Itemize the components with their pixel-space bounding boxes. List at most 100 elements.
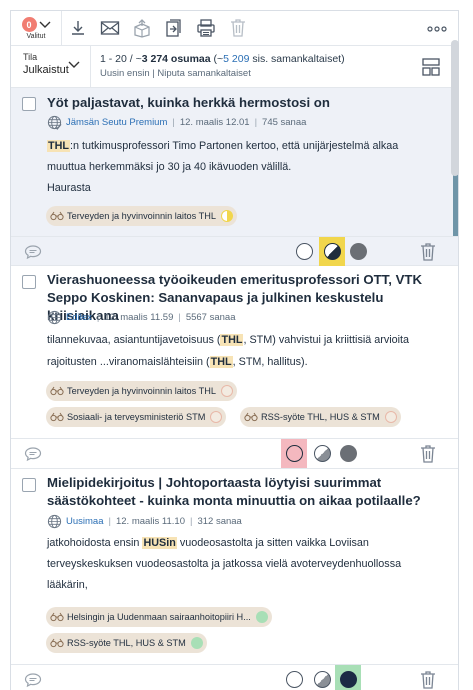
item-actions (11, 438, 458, 468)
trash-icon[interactable] (419, 242, 437, 262)
meta-separator: | (189, 516, 193, 527)
trash-icon[interactable] (419, 444, 437, 464)
tag-status-indicator (220, 385, 233, 397)
sentiment-mixed-button[interactable] (309, 439, 335, 468)
meta-separator: | (254, 117, 258, 128)
sentiment-dark-button[interactable] (335, 439, 361, 468)
results-header: Tila Julkaistut 1 - 20 / ~3 274 osumaa (… (11, 46, 458, 88)
binoculars-icon (50, 638, 64, 648)
meta-separator: | (178, 312, 181, 323)
item-checkbox[interactable] (22, 275, 36, 289)
meta-separator: | (108, 516, 111, 527)
search-tag[interactable]: RSS-syöte THL, HUS & STM (240, 407, 401, 427)
tag-label: Terveyden ja hyvinvoinnin laitos THL (67, 386, 216, 396)
group-similar-option[interactable]: Niputa samankaltaiset (157, 68, 250, 79)
delete-button[interactable] (222, 11, 254, 46)
trash-icon (231, 19, 245, 37)
tag-label: RSS-syöte THL, HUS & STM (261, 412, 380, 422)
state-filter-dropdown[interactable]: Tila Julkaistut (11, 46, 91, 88)
tag-status-indicator (220, 210, 233, 222)
item-meta: Edilex | 12. maalis 11.59 | 5567 sanaa (47, 310, 236, 325)
layout-icon (422, 58, 440, 76)
tag-label: Helsingin ja Uudenmaan sairaanhoitopiiri… (67, 612, 251, 622)
excerpt-text: , STM, hallitus). (232, 356, 308, 368)
tag-status-indicator (255, 611, 268, 623)
item-meta: Jämsän Seutu Premium | 12. maalis 12.01 … (47, 115, 306, 130)
binoculars-icon (50, 386, 64, 396)
chevron-down-icon (39, 21, 50, 28)
list-item[interactable]: Vierashuoneessa työoikeuden emeritusprof… (11, 266, 458, 469)
tag-status-indicator (210, 411, 223, 423)
download-button[interactable] (62, 11, 94, 46)
item-source-link[interactable]: Uusimaa (66, 516, 104, 527)
item-date: 12. maalis 12.01 (179, 117, 250, 128)
item-title[interactable]: Mielipidekirjoitus | Johtoportaasta löyt… (47, 474, 438, 510)
chevron-down-icon (68, 61, 80, 68)
tag-status-indicator (190, 637, 203, 649)
result-summary: 1 - 20 / ~3 274 osumaa (~5 209 sis. sama… (91, 46, 345, 87)
keyword-highlight: THL (47, 140, 70, 152)
item-date: 12. maalis 11.10 (115, 516, 185, 527)
list-item[interactable]: Yöt paljastavat, kuinka herkkä hermostos… (11, 88, 458, 266)
item-word-count: 745 sanaa (262, 117, 307, 128)
copy-button[interactable] (190, 11, 222, 46)
binoculars-icon (50, 612, 64, 622)
sentiment-positive-button[interactable] (335, 665, 361, 690)
more-button[interactable] (426, 20, 448, 38)
search-tag[interactable]: Terveyden ja hyvinvoinnin laitos THL (46, 381, 237, 401)
selected-count-badge: 0 (21, 17, 37, 32)
copy-icon (197, 19, 215, 37)
share-icon (134, 19, 150, 38)
email-icon (100, 21, 120, 35)
search-tag[interactable]: RSS-syöte THL, HUS & STM (46, 633, 207, 653)
meta-separator: | (172, 117, 175, 128)
item-word-count: 312 sanaa (197, 516, 242, 527)
monitoring-app: 0 Valitut Tila Julkaistut 1 - 20 / ~3 27… (10, 10, 459, 690)
item-meta: Uusimaa | 12. maalis 11.10 | 312 sanaa (47, 514, 242, 529)
trash-icon[interactable] (419, 670, 437, 690)
sentiment-neutral-button[interactable] (281, 665, 307, 690)
sentiment-mixed-button[interactable] (319, 237, 345, 266)
similar-count-link[interactable]: 5 209 (223, 53, 249, 65)
email-button[interactable] (94, 11, 126, 46)
selected-dropdown[interactable]: 0 Valitut (11, 11, 61, 46)
tag-label: Terveyden ja hyvinvoinnin laitos THL (67, 211, 216, 221)
binoculars-icon (244, 412, 258, 422)
sort-option[interactable]: Uusin ensin (100, 68, 150, 79)
share-button[interactable] (126, 11, 158, 46)
item-excerpt: tilannekuvaa, asiantuntijavetoisuus ( THL… (47, 329, 438, 373)
similar-suffix: sis. samankaltaiset) (249, 53, 345, 65)
sentiment-dark-button[interactable] (345, 237, 371, 266)
search-tag[interactable]: Terveyden ja hyvinvoinnin laitos THL (46, 206, 237, 226)
comment-icon[interactable] (24, 244, 42, 260)
item-source-link[interactable]: Jämsän Seutu Premium (66, 117, 167, 128)
excerpt-text: tilannekuvaa, asiantuntijavetoisuus ( (47, 334, 221, 346)
binoculars-icon (50, 412, 64, 422)
sentiment-neutral-button[interactable] (291, 237, 317, 266)
excerpt-text: :n tutkimusprofessori Timo Partonen kert… (47, 140, 399, 173)
list-item[interactable]: Mielipidekirjoitus | Johtoportaasta löyt… (11, 469, 458, 690)
search-tag[interactable]: Helsingin ja Uudenmaan sairaanhoitopiiri… (46, 607, 272, 627)
sentiment-mixed-button[interactable] (309, 665, 335, 690)
download-icon (72, 21, 84, 35)
comment-icon[interactable] (24, 446, 42, 462)
keyword-highlight: THL (209, 356, 233, 368)
search-tag[interactable]: Sosiaali- ja terveysministeriö STM (46, 407, 227, 427)
item-excerpt: THL:n tutkimusprofessori Timo Partonen k… (47, 136, 438, 199)
layout-toggle-button[interactable] (422, 58, 440, 81)
scrollbar-thumb[interactable] (451, 40, 459, 176)
globe-icon (47, 514, 62, 529)
more-icon (427, 26, 447, 32)
export-icon (166, 19, 181, 37)
excerpt-text: Haurasta (47, 182, 91, 194)
binoculars-icon (50, 211, 64, 221)
item-checkbox[interactable] (22, 478, 36, 492)
item-source-link[interactable]: Edilex (66, 312, 92, 323)
result-total: 3 274 osumaa (141, 53, 211, 65)
comment-icon[interactable] (24, 672, 42, 688)
export-button[interactable] (158, 11, 190, 46)
sentiment-neutral-button[interactable] (281, 439, 307, 468)
item-title[interactable]: Yöt paljastavat, kuinka herkkä hermostos… (47, 94, 438, 112)
item-checkbox[interactable] (22, 97, 36, 111)
selected-label: Valitut (26, 33, 46, 40)
